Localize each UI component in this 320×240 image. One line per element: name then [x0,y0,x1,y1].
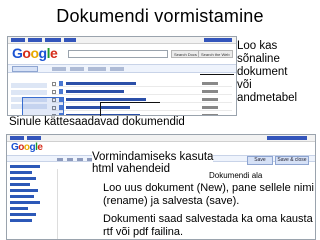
document-list [52,81,232,115]
note-line: sõnaline [237,53,280,65]
google-logo: Google [11,142,43,153]
nav-link[interactable] [27,136,41,140]
toolbar-button[interactable] [70,67,84,71]
save-to-pc-note: Dokumenti saad salvestada ka oma kausta … [103,213,313,239]
logo-letter: G [12,45,23,61]
logo-letter: o [30,45,39,61]
toolbar-button[interactable] [88,67,106,71]
sidebar-item[interactable] [10,201,40,204]
save-button[interactable]: Save [247,156,273,165]
document-name[interactable] [66,98,146,101]
toolbar-button[interactable] [52,67,66,71]
highlight-box [22,97,64,115]
document-row[interactable] [52,89,232,95]
sidebar-item[interactable] [10,195,34,198]
arrow-line [100,102,101,116]
nav-link[interactable] [28,38,42,42]
logo-letter: e [49,45,58,61]
document-area-note: Dokumendi ala [209,171,263,180]
account-link[interactable] [204,38,232,42]
docs-list-screenshot: Google Search Docs Search the Web [7,36,237,116]
docs-toolbar [8,64,236,73]
sidebar-item[interactable] [11,90,47,95]
sidebar-item[interactable] [10,207,28,210]
nav-link[interactable] [64,38,76,42]
sidebar-item[interactable] [10,183,30,186]
toolbar-button[interactable] [110,67,124,71]
document-name[interactable] [66,106,130,109]
note-line: Loo kas [237,40,278,52]
document-row[interactable] [52,81,232,87]
nav-link[interactable] [11,38,25,42]
new-document-button[interactable] [12,66,38,72]
document-name[interactable] [66,90,124,93]
arrow-line [200,74,234,75]
document-owner [202,106,218,109]
note-line: rtf või pdf failina. [103,226,184,238]
docs-search-input[interactable] [68,50,168,58]
toolbar-button[interactable] [57,158,63,161]
account-link[interactable] [267,136,307,140]
google-logo: Google [12,45,58,61]
note-line: Dokumenti saad salvestada ka oma kausta [103,213,313,225]
note-line: (rename) ja salvesta (save). [103,195,240,207]
note-line: Loo uus dokument (New), pane sellele nim… [103,182,314,194]
document-owner [202,90,218,93]
formatting-note: Vormindamiseks kasuta html vahendeid [92,151,214,175]
document-icon [59,89,63,94]
note-line: Vormindamiseks kasuta [92,151,214,163]
slide-title: Dokumendi vormistamine [56,6,264,26]
sidebar-item[interactable] [10,177,36,180]
sidebar-item[interactable] [10,219,32,222]
sidebar-item[interactable] [10,189,38,192]
nav-link[interactable] [45,38,61,42]
nav-link[interactable] [10,136,24,140]
google-top-nav [8,37,236,44]
sidebar-item[interactable] [10,213,36,216]
toolbar-button[interactable] [77,158,83,161]
search-web-button[interactable]: Search the Web [198,50,233,58]
arrow-line [100,102,160,103]
document-icon [59,81,63,86]
row-checkbox[interactable] [52,82,56,86]
note-line: dokument [237,66,288,78]
note-line: andmetabel [237,92,298,104]
toolbar-button[interactable] [67,158,73,161]
editor-sidebar [10,165,54,225]
sidebar-item[interactable] [10,171,32,174]
document-owner [202,114,218,115]
search-docs-button[interactable]: Search Docs [171,50,200,58]
document-name[interactable] [66,82,136,85]
create-docs-note: Loo kas sõnaline dokument või andmetabel [237,40,297,105]
note-line: või [237,79,252,91]
new-doc-note: Loo uus dokument (New), pane sellele nim… [103,182,314,208]
row-checkbox[interactable] [52,90,56,94]
google-top-nav [7,135,315,142]
note-line: html vahendeid [92,163,170,175]
save-close-button[interactable]: Save & close [275,156,309,165]
sidebar-item[interactable] [11,83,47,88]
logo-letter: g [38,45,48,61]
logo-letter: e [37,142,43,153]
sidebar-item[interactable] [10,165,40,168]
document-owner [202,98,218,101]
saved-docs-note: Sinule kättesaadavad dokumendid [9,116,185,129]
document-owner [202,82,218,85]
document-row[interactable] [52,105,232,111]
